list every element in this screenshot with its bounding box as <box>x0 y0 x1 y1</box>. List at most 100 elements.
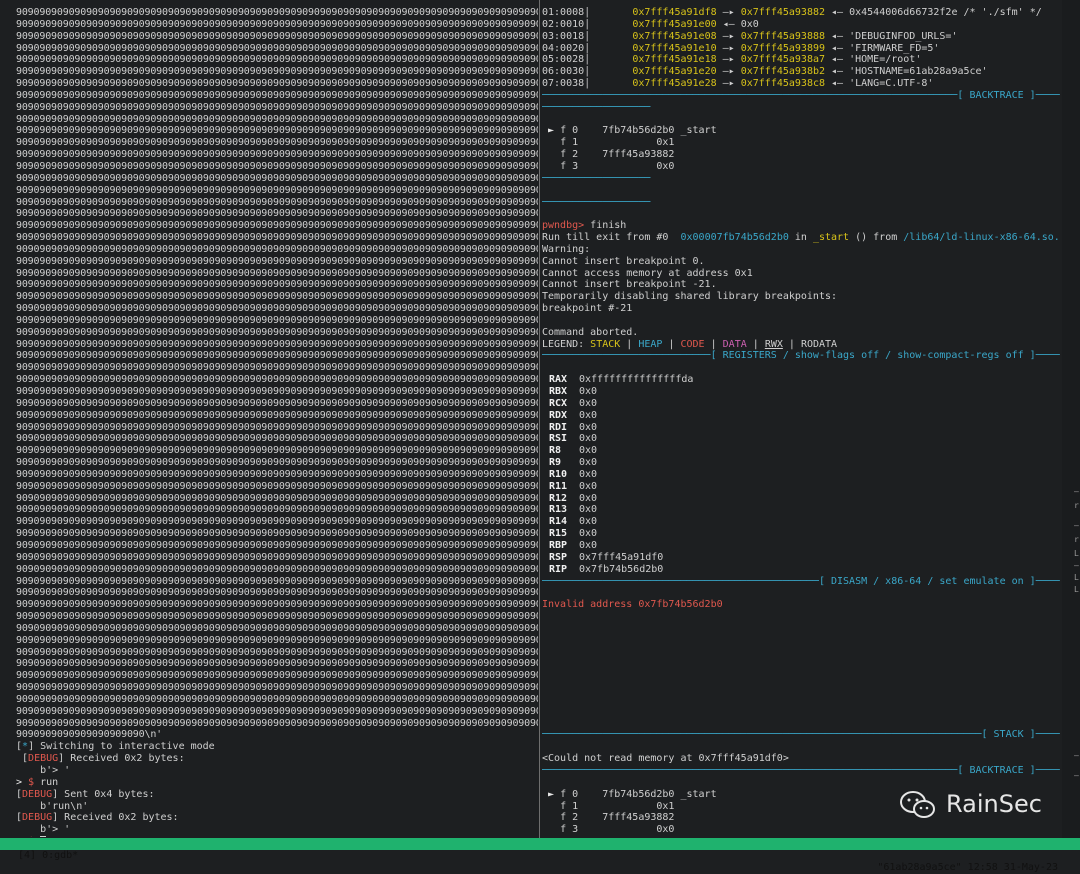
nop-sled-line: 9090909090909090909090909090909090909090… <box>16 516 538 528</box>
nop-bytes: 9090909090909090909090909090909090909090… <box>16 480 538 492</box>
register-value: 0xfffffffffffffffda <box>579 374 694 386</box>
right-terminal-pane[interactable]: 01:0008│ 0x7fff45a91df8 —▸ 0x7fff45a9388… <box>542 7 1060 837</box>
stack-rest: ◂— 'HOSTNAME=61ab28a9a5ce' <box>825 66 988 78</box>
stack-rest: ◂— 'DEBUGINFOD_URLS=' <box>825 30 958 42</box>
nop-sled-line: 9090909090909090909090\n' <box>16 729 538 741</box>
stack-value: 0x7fff45a938a7 <box>740 54 826 66</box>
status-window-label[interactable]: [4] 0:gdb* <box>18 850 78 862</box>
nop-bytes: 9090909090909090909090909090909090909090… <box>16 7 538 18</box>
nop-bytes: 9090909090909090909090909090909090909090… <box>16 18 538 30</box>
nop-bytes: 9090909090909090909090909090909090909090… <box>16 646 538 658</box>
rule: ──── <box>1035 575 1060 587</box>
nop-bytes: 9090909090909090909090909090909090909090… <box>16 232 538 244</box>
sep: | <box>782 338 801 350</box>
stack-value: 0x7fff45a93899 <box>740 42 826 54</box>
nop-bytes: 9090909090909090909090909090909090909090… <box>16 113 538 125</box>
registers-header-title: [ REGISTERS / show-flags off / show-comp… <box>710 350 1036 362</box>
nop-sled-line: 9090909090909090909090909090909090909090… <box>16 90 538 102</box>
rule: ────────────────── <box>542 101 651 113</box>
nop-sled-line: 9090909090909090909090909090909090909090… <box>16 718 538 730</box>
nop-sled-line: 9090909090909090909090909090909090909090… <box>16 350 538 362</box>
short-rule: ────────────────── <box>542 836 1060 837</box>
rule: ────────────────────────────────────────… <box>542 575 819 587</box>
nop-sled-line: 9090909090909090909090909090909090909090… <box>16 694 538 706</box>
run-till-line: Run till exit from #0 0x00007fb74b56d2b0… <box>542 232 1060 244</box>
nop-bytes: 9090909090909090909090909090909090909090… <box>16 314 538 326</box>
register-row: R14 0x0 <box>542 516 1060 528</box>
nop-bytes: 9090909090909090909090909090909090909090… <box>16 279 538 291</box>
register-value: 0x0 <box>579 504 598 516</box>
register-row: RBX 0x0 <box>542 386 1060 398</box>
backtrace-frame: ► f 0 7fb74b56d2b0 _start <box>542 125 1060 137</box>
nop-sled-line: 9090909090909090909090909090909090909090… <box>16 552 538 564</box>
register-name: RIP <box>549 563 568 575</box>
nop-sled-line: 9090909090909090909090909090909090909090… <box>16 410 538 422</box>
nop-bytes: 9090909090909090909090909090909090909090… <box>16 326 538 338</box>
stack-rest: ◂— 0x4544006d66732f2e /* './sfm' */ <box>825 7 1042 18</box>
nop-sled-line: 9090909090909090909090909090909090909090… <box>16 244 538 256</box>
log-bracket: [ <box>16 753 29 765</box>
nop-sled-line: 9090909090909090909090909090909090909090… <box>16 422 538 434</box>
nop-bytes: 9090909090909090909090909090909090909090… <box>16 693 538 705</box>
nop-bytes: 9090909090909090909090909090909090909090… <box>16 386 538 397</box>
stack-index: 03:0018│ <box>542 30 591 42</box>
register-row: R9 0x0 <box>542 457 1060 469</box>
register-name: RDI <box>549 421 568 433</box>
register-value: 0x0 <box>579 445 598 457</box>
stack-entry: 01:0008│ 0x7fff45a91df8 —▸ 0x7fff45a9388… <box>542 7 1060 19</box>
sep: | <box>704 338 723 350</box>
nop-sled-line: 9090909090909090909090909090909090909090… <box>16 564 538 576</box>
nop-sled-line: 9090909090909090909090909090909090909090… <box>16 576 538 588</box>
stack-value: 0x7fff45a938c8 <box>740 78 826 90</box>
gdb-prompt: pwndbg> <box>542 220 585 232</box>
register-value: 0x0 <box>579 516 598 528</box>
run-text: Run till exit from #0 <box>542 232 681 244</box>
stack-address: 0x7fff45a91e18 <box>632 54 717 66</box>
log-line: [*] Switching to interactive mode <box>16 741 538 753</box>
nop-bytes: 9090909090909090909090909090909090909090… <box>16 291 538 303</box>
backtrace-frame: f 3 0x0 <box>542 161 1060 173</box>
nop-bytes: 9090909090909090909090909090909090909090… <box>16 374 538 386</box>
stack-index: 05:0028│ <box>542 54 591 66</box>
stack-entry: 02:0010│ 0x7fff45a91e00 ◂— 0x0 <box>542 19 1060 31</box>
invalid-address-line: Invalid address 0x7fb74b56d2b0 <box>542 599 1060 611</box>
nop-bytes: 9090909090909090909090909090909090909090… <box>16 611 538 623</box>
rule: ────────────────── <box>542 196 651 208</box>
register-name: RSP <box>549 551 568 563</box>
edge-fragment: L <box>1074 549 1079 558</box>
rule: ──── <box>1035 765 1060 776</box>
edge-fragment: – <box>1074 487 1079 496</box>
nop-bytes: 9090909090909090909090909090909090909090… <box>16 243 538 255</box>
legend-line: LEGEND: STACK | HEAP | CODE | DATA | RWX… <box>542 339 1060 351</box>
register-row: RIP 0x7fb74b56d2b0 <box>542 564 1060 576</box>
gdb-command-line: pwndbg> finish <box>542 220 1060 232</box>
pane-divider[interactable] <box>539 0 540 838</box>
backtrace-frame: f 1 0x1 <box>542 137 1060 149</box>
nop-bytes: 9090909090909090909090909090909090909090… <box>16 184 538 196</box>
nop-sled-line: 9090909090909090909090909090909090909090… <box>16 457 538 469</box>
stack-header-title: [ STACK ] <box>981 729 1036 741</box>
nop-sled-line: 9090909090909090909090909090909090909090… <box>16 386 538 398</box>
nop-bytes: 9090909090909090909090909090909090909090… <box>16 89 538 101</box>
frame-number: f 0 <box>560 788 579 800</box>
legend-rwx: RWX <box>764 338 783 350</box>
register-row: R12 0x0 <box>542 493 1060 505</box>
register-value: 0x0 <box>579 433 598 445</box>
left-terminal-pane[interactable]: 9090909090909090909090909090909090909090… <box>16 7 538 837</box>
disasm-header-title: [ DISASM / x86-64 / set emulate on ] <box>818 575 1036 587</box>
nop-bytes: 9090909090909090909090909090909090909090… <box>16 433 538 445</box>
nop-sled-line: 9090909090909090909090909090909090909090… <box>16 232 538 244</box>
nop-bytes: 9090909090909090909090909090909090909090… <box>16 196 538 208</box>
stack-arrow: —▸ <box>716 7 741 18</box>
log-message: ] Switching to interactive mode <box>28 741 215 753</box>
legend-rodata: RODATA <box>800 338 838 350</box>
register-name: RAX <box>549 374 568 386</box>
nop-sled-line: 9090909090909090909090909090909090909090… <box>16 362 538 374</box>
nop-bytes: 9090909090909090909090\n' <box>16 729 163 741</box>
nop-bytes: 9090909090909090909090909090909090909090… <box>16 539 538 551</box>
